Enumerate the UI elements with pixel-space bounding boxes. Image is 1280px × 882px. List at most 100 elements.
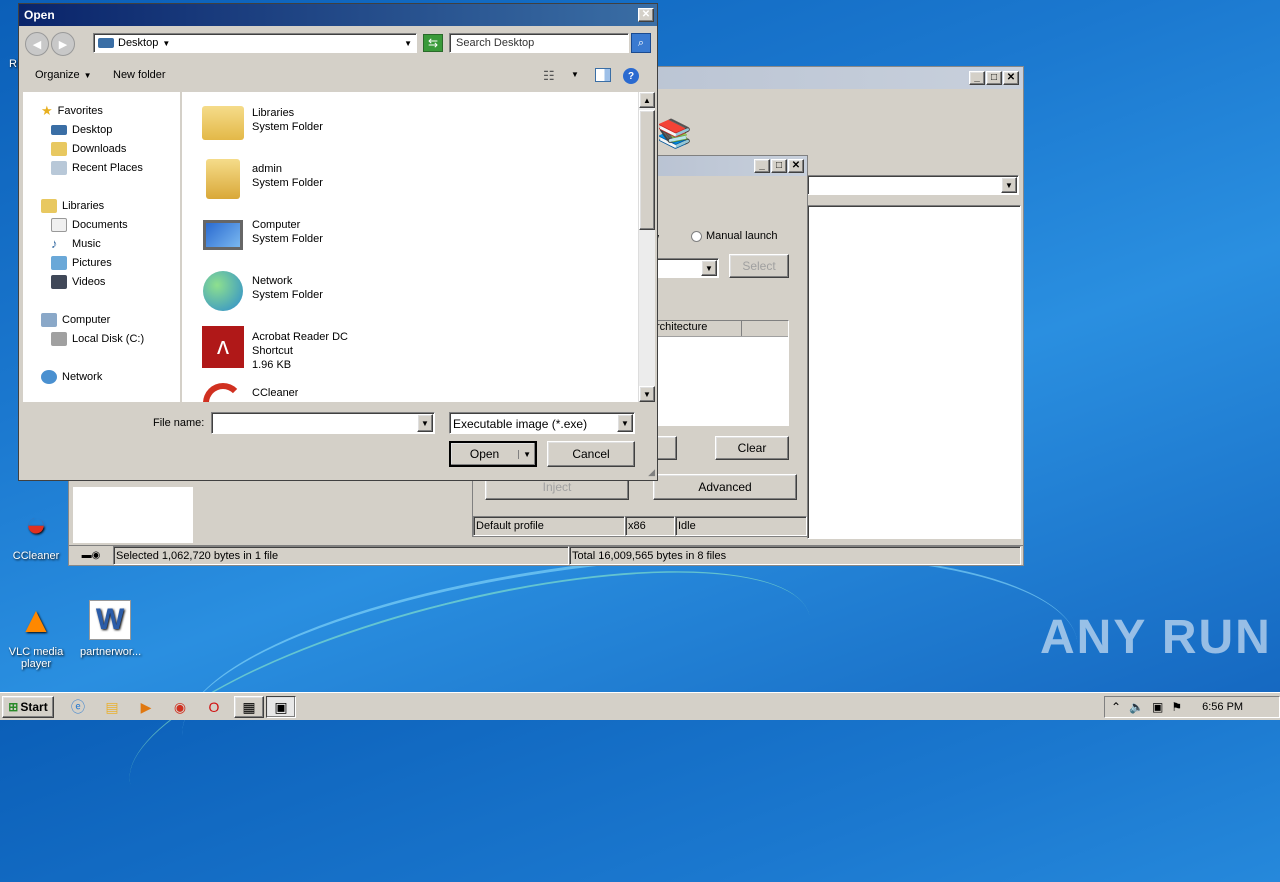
chevron-down-icon[interactable]: ▼ <box>518 449 535 459</box>
network-globe-icon <box>41 369 57 384</box>
inject-status-bar: Default profile x86 Idle <box>473 516 807 536</box>
vlc-cone-icon: ▲ <box>18 599 54 640</box>
file-item[interactable]: CCleaner <box>200 380 298 402</box>
active-window-taskbar-icon[interactable]: ▣ <box>266 696 296 718</box>
nav-music[interactable]: ♪ Music <box>51 235 101 252</box>
address-bar[interactable]: Desktop ▼ ▼ <box>93 33 417 53</box>
scroll-up-icon[interactable]: ▲ <box>639 92 655 108</box>
network-tray-icon[interactable]: ▣ <box>1152 700 1163 714</box>
chevron-down-icon[interactable]: ▼ <box>571 70 579 79</box>
nav-local-disk[interactable]: Local Disk (C:) <box>51 330 144 347</box>
nav-recent-places[interactable]: Recent Places <box>51 159 143 176</box>
file-item[interactable]: Libraries System Folder <box>200 100 323 146</box>
disk-icon <box>51 331 67 346</box>
explorer-folder-icon[interactable]: ▤ <box>98 696 126 718</box>
chevron-down-icon[interactable]: ▼ <box>617 414 633 432</box>
libraries-folder-icon <box>200 100 246 146</box>
chevron-down-icon[interactable]: ▼ <box>1001 177 1017 193</box>
nav-favorites[interactable]: ★ Favorites <box>41 102 103 119</box>
chrome-icon[interactable]: ◉ <box>166 696 194 718</box>
file-type-filter[interactable]: Executable image (*.exe) ▼ <box>449 412 635 434</box>
back-arrow-icon[interactable]: ◀ <box>25 32 49 56</box>
close-icon[interactable]: ✕ <box>1003 71 1019 85</box>
file-item[interactable]: Network System Folder <box>200 268 323 314</box>
desktop-icon-vlc[interactable]: ▲ VLC media player <box>6 596 66 670</box>
column-architecture[interactable]: rchitecture <box>654 321 742 336</box>
file-type: System Folder <box>252 289 323 301</box>
file-name: Computer <box>252 219 301 231</box>
file-item[interactable]: ᴧ Acrobat Reader DC Shortcut 1.96 KB <box>200 324 348 372</box>
desktop-icon-partnerwor[interactable]: W partnerwor... <box>80 596 141 658</box>
file-name: admin <box>252 163 282 175</box>
anyrun-watermark: ANY RUN <box>1040 611 1272 664</box>
nav-desktop[interactable]: Desktop <box>51 121 112 138</box>
desktop-icon-ccleaner[interactable]: ◒ CCleaner <box>6 500 66 562</box>
volume-icon[interactable]: 🔈 <box>1129 700 1144 714</box>
media-player-icon[interactable]: ▶ <box>132 696 160 718</box>
documents-icon <box>51 217 67 232</box>
user-folder-icon <box>200 156 246 202</box>
nav-pictures[interactable]: Pictures <box>51 254 112 271</box>
acrobat-reader-icon: ᴧ <box>200 324 246 370</box>
internet-explorer-icon[interactable]: ⓔ <box>64 696 92 718</box>
cancel-button[interactable]: Cancel <box>547 441 635 467</box>
minimize-icon[interactable]: _ <box>969 71 985 85</box>
file-item[interactable]: admin System Folder <box>200 156 323 202</box>
advanced-button[interactable]: Advanced <box>653 474 797 500</box>
clock[interactable]: 6:56 PM <box>1202 701 1243 713</box>
nav-network[interactable]: Network <box>41 368 102 385</box>
chevron-down-icon[interactable]: ▼ <box>417 414 433 432</box>
nav-downloads[interactable]: Downloads <box>51 140 126 157</box>
clear-button[interactable]: Clear <box>715 436 789 460</box>
start-button[interactable]: ⊞ Start <box>2 696 54 718</box>
process-combo[interactable]: ▼ <box>653 258 719 278</box>
search-input[interactable]: Search Desktop <box>449 33 629 53</box>
resize-grip-icon[interactable]: ◢ <box>648 467 655 478</box>
organize-button[interactable]: Organize ▼ <box>35 69 92 81</box>
nav-videos[interactable]: Videos <box>51 273 105 290</box>
refresh-icon[interactable]: ⇆ <box>423 34 443 52</box>
manual-launch-radio[interactable]: Manual launch <box>691 230 778 242</box>
radio-icon[interactable] <box>691 230 702 242</box>
close-icon[interactable]: ✕ <box>638 8 654 22</box>
nav-label: Videos <box>72 275 106 288</box>
new-folder-button[interactable]: New folder <box>113 69 166 81</box>
open-button[interactable]: Open ▼ <box>449 441 537 467</box>
scrollbar[interactable]: ▲ ▼ <box>638 92 655 402</box>
scroll-thumb[interactable] <box>639 110 655 230</box>
action-center-flag-icon[interactable]: ⚑ <box>1171 700 1182 714</box>
view-options-icon[interactable]: ☷ <box>543 68 555 84</box>
file-item[interactable]: Computer System Folder <box>200 212 323 258</box>
search-icon[interactable]: ⌕ <box>631 33 651 53</box>
help-icon[interactable]: ? <box>623 68 639 84</box>
nav-libraries[interactable]: Libraries <box>41 197 104 214</box>
preview-pane-icon[interactable] <box>595 68 611 82</box>
maximize-icon[interactable]: □ <box>986 71 1002 85</box>
file-name-input[interactable]: ▼ <box>211 412 435 434</box>
tray-expand-icon[interactable]: ⌃ <box>1111 700 1121 714</box>
nav-label: Network <box>62 370 103 383</box>
minimize-icon[interactable]: _ <box>754 159 770 173</box>
computer-monitor-icon <box>200 212 246 258</box>
close-icon[interactable]: ✕ <box>788 159 804 173</box>
nav-computer[interactable]: Computer <box>41 311 110 328</box>
scroll-down-icon[interactable]: ▼ <box>639 386 655 402</box>
opera-icon[interactable]: O <box>200 696 228 718</box>
file-type: System Folder <box>252 121 323 133</box>
nav-label: Pictures <box>72 256 112 269</box>
winrar-taskbar-icon[interactable]: ▦ <box>234 696 264 718</box>
breadcrumb-chevron-icon[interactable]: ▼ <box>162 39 170 48</box>
file-name-label: File name: <box>153 417 205 429</box>
maximize-icon[interactable]: □ <box>771 159 787 173</box>
open-button-label: Open <box>469 447 500 461</box>
nav-documents[interactable]: Documents <box>51 216 128 233</box>
forward-arrow-icon[interactable]: ▶ <box>51 32 75 56</box>
nav-label: Libraries <box>62 199 105 212</box>
bg-combo[interactable]: ▼ <box>807 175 1019 195</box>
chevron-down-icon[interactable]: ▼ <box>701 260 717 276</box>
chevron-down-icon[interactable]: ▼ <box>404 39 412 48</box>
select-button[interactable]: Select <box>729 254 789 278</box>
nav-label: Computer <box>62 313 111 326</box>
desktop-icon <box>98 38 114 48</box>
network-globe-icon <box>200 268 246 314</box>
